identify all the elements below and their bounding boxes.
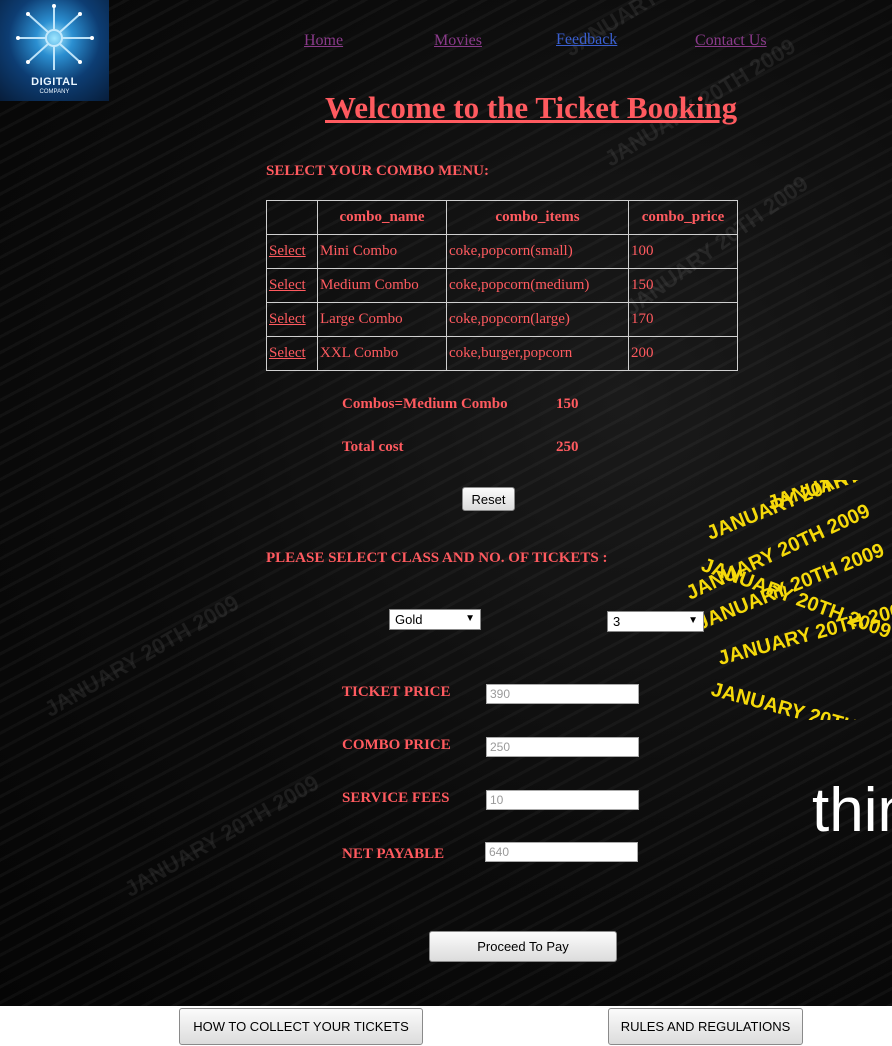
combo-name-cell: Medium Combo — [317, 268, 447, 303]
combo-menu-heading: SELECT YOUR COMBO MENU: — [266, 163, 489, 179]
combo-price-field[interactable]: 250 — [486, 737, 639, 757]
ticket-price-label: TICKET PRICE — [342, 684, 451, 700]
proceed-to-pay-button[interactable]: Proceed To Pay — [429, 931, 617, 962]
table-row: Select Medium Combo coke,popcorn(medium)… — [266, 268, 738, 303]
net-payable-label: NET PAYABLE — [342, 846, 445, 862]
combo-name-cell: Large Combo — [317, 302, 447, 337]
class-select[interactable]: Gold ▼ — [389, 609, 481, 630]
nav-link-feedback[interactable]: Feedback — [556, 31, 617, 49]
nav-link-contact-us[interactable]: Contact Us — [695, 32, 767, 50]
background-pattern: JANUARY 20TH 2009 JANUARY 20TH 2009 JANU… — [0, 0, 892, 1006]
combos-value: 150 — [556, 396, 579, 412]
class-select-value: Gold — [395, 612, 423, 627]
swirl-text: JANUARY 20TH 2009 — [709, 679, 892, 720]
table-header-row: combo_name combo_items combo_price — [266, 200, 738, 235]
table-row: Select Large Combo coke,popcorn(large) 1… — [266, 302, 738, 337]
page-title: Welcome to the Ticket Booking — [325, 90, 738, 125]
chevron-down-icon: ▼ — [688, 615, 698, 626]
select-link[interactable]: Select — [269, 277, 306, 293]
footer: HOW TO COLLECT YOUR TICKETS RULES AND RE… — [0, 1006, 892, 1046]
reset-button[interactable]: Reset — [462, 487, 515, 511]
column-header-select — [266, 200, 318, 235]
nav-link-movies[interactable]: Movies — [434, 32, 482, 50]
combo-name-cell: XXL Combo — [317, 336, 447, 371]
ticket-class-heading: PLEASE SELECT CLASS AND NO. OF TICKETS : — [266, 550, 608, 566]
logo-subtitle: COMPANY — [39, 89, 70, 95]
star-burst-icon — [16, 4, 94, 70]
service-fees-label: SERVICE FEES — [342, 790, 450, 806]
combo-items-cell: coke,popcorn(medium) — [446, 268, 629, 303]
net-payable-field[interactable]: 640 — [485, 842, 638, 862]
pattern-text: JANUARY 20TH 2009 — [40, 589, 244, 722]
column-header-combo-price: combo_price — [628, 200, 738, 235]
how-to-collect-tickets-button[interactable]: HOW TO COLLECT YOUR TICKETS — [179, 1008, 423, 1045]
ticket-count-select[interactable]: 3 ▼ — [607, 611, 704, 632]
service-fees-field[interactable]: 10 — [486, 790, 639, 810]
combos-label: Combos=Medium Combo — [342, 396, 508, 412]
total-cost-label: Total cost — [342, 439, 404, 455]
combo-items-cell: coke,popcorn(small) — [446, 234, 629, 269]
combo-price-cell: 150 — [628, 268, 738, 303]
combo-price-cell: 100 — [628, 234, 738, 269]
yellow-date-swirl: JANUARY 20TH 2009 JANUARY 20TH 2009 JANU… — [683, 480, 892, 720]
combo-name-cell: Mini Combo — [317, 234, 447, 269]
background-big-word: thin — [812, 776, 892, 845]
select-link[interactable]: Select — [269, 311, 306, 327]
select-cell: Select — [266, 302, 318, 337]
table-row: Select XXL Combo coke,burger,popcorn 200 — [266, 336, 738, 371]
combo-price-cell: 200 — [628, 336, 738, 371]
combo-price-label: COMBO PRICE — [342, 737, 451, 753]
combo-items-cell: coke,popcorn(large) — [446, 302, 629, 337]
ticket-price-field[interactable]: 390 — [486, 684, 639, 704]
select-link[interactable]: Select — [269, 243, 306, 259]
combo-table: combo_name combo_items combo_price Selec… — [266, 200, 738, 371]
logo-title: DIGITAL — [31, 76, 78, 88]
table-row: Select Mini Combo coke,popcorn(small) 10… — [266, 234, 738, 269]
company-logo[interactable]: DIGITAL COMPANY — [0, 0, 109, 101]
pattern-text: JANUARY 20TH 2009 — [120, 769, 324, 902]
column-header-combo-name: combo_name — [317, 200, 447, 235]
select-cell: Select — [266, 268, 318, 303]
nav-link-home[interactable]: Home — [304, 32, 343, 50]
rules-and-regulations-button[interactable]: RULES AND REGULATIONS — [608, 1008, 803, 1045]
select-cell: Select — [266, 336, 318, 371]
select-cell: Select — [266, 234, 318, 269]
ticket-count-value: 3 — [613, 614, 621, 629]
chevron-down-icon: ▼ — [465, 613, 475, 624]
select-link[interactable]: Select — [269, 345, 306, 361]
column-header-combo-items: combo_items — [446, 200, 629, 235]
combo-items-cell: coke,burger,popcorn — [446, 336, 629, 371]
total-cost-value: 250 — [556, 439, 579, 455]
combo-price-cell: 170 — [628, 302, 738, 337]
